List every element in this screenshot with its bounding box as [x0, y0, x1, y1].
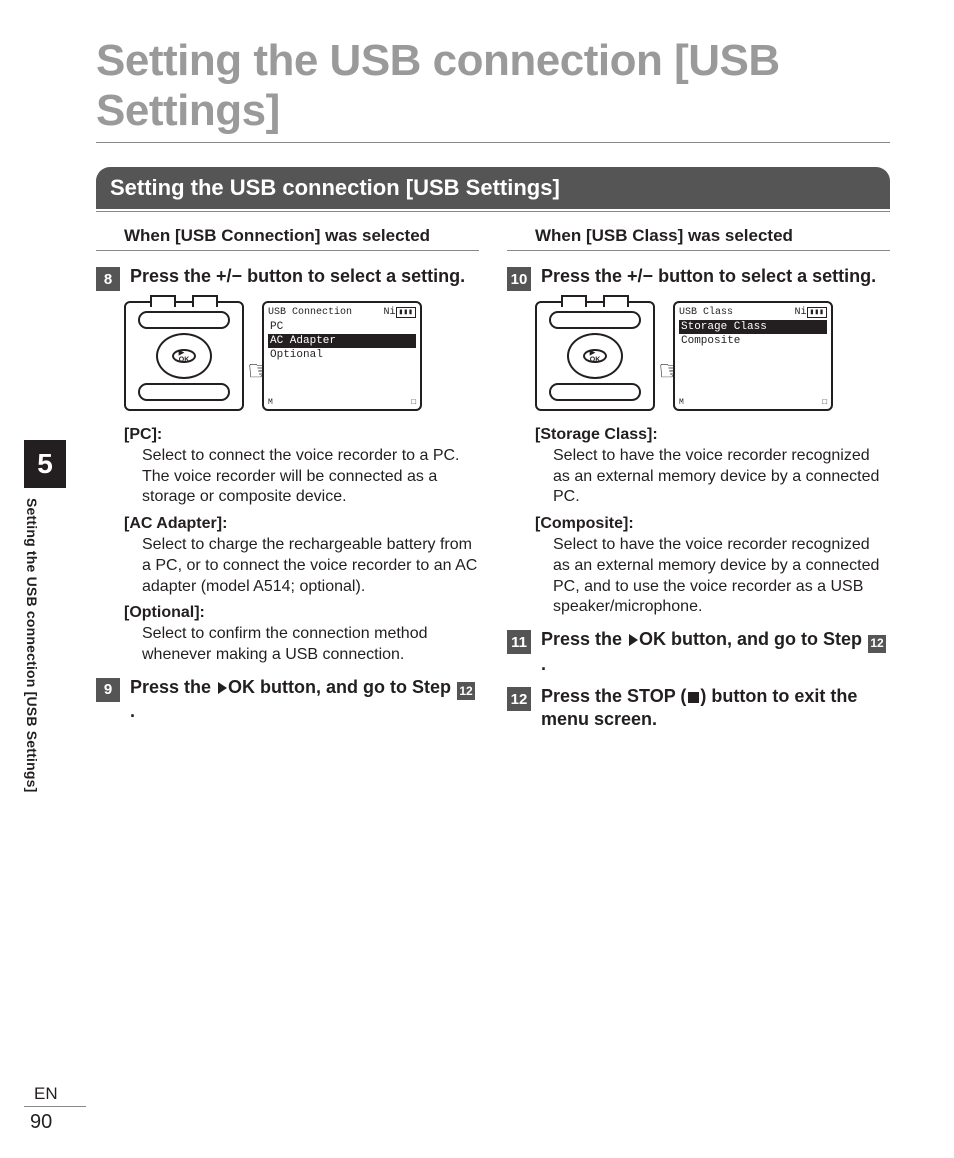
when-prefix: When [: [124, 226, 181, 245]
screen-footer-right: □: [822, 398, 827, 407]
def-desc-pc: Select to connect the voice recorder to …: [142, 446, 479, 508]
step-text: button, and go to Step: [666, 629, 867, 649]
step-text: Press the: [541, 629, 627, 649]
step-10: 10 Press the +/− button to select a sett…: [507, 265, 890, 291]
step-button-label: +/−: [216, 266, 242, 286]
step-button-label: +/−: [627, 266, 653, 286]
ok-label: OK: [639, 629, 666, 649]
step-text: Press the: [541, 686, 627, 706]
def-term-composite: [Composite]:: [535, 514, 890, 535]
def-desc-ac-adapter: Select to charge the rechargeable batter…: [142, 535, 479, 597]
when-underline-right: [507, 250, 890, 251]
step-text: Press the: [541, 266, 627, 286]
def-desc-storage-class: Select to have the voice recorder recogn…: [553, 446, 890, 508]
lcd-screen-usb-connection: USB Connection Ni▮▮▮ PC AC Adapter Optio…: [262, 301, 422, 411]
step-instruction: Press the OK button, and go to Step 12.: [130, 676, 479, 723]
when-header-right: When [USB Class] was selected: [535, 226, 890, 246]
screen-item-storage-class: Storage Class: [679, 320, 827, 334]
step-ref-icon: 12: [868, 635, 886, 653]
when-suffix: ] was selected: [315, 226, 430, 245]
figure-row-right: ▶OK ☜ USB Class Ni▮▮▮ Storage Class Comp…: [535, 301, 890, 411]
def-term-ac-adapter: [AC Adapter]:: [124, 514, 479, 535]
when-strong: USB Connection: [181, 226, 315, 245]
step-text: (: [675, 686, 686, 706]
screen-item-optional: Optional: [268, 348, 416, 362]
step-number: 10: [507, 267, 531, 291]
page-number: 90: [24, 1111, 86, 1134]
when-prefix: When [: [535, 226, 592, 245]
when-underline-left: [96, 250, 479, 251]
right-column: When [USB Class] was selected 10 Press t…: [507, 226, 890, 740]
step-text: Press the: [130, 266, 216, 286]
def-desc-optional: Select to confirm the connection method …: [142, 624, 479, 666]
screen-item-pc: PC: [268, 320, 416, 334]
device-illustration: ▶OK ☜: [124, 301, 244, 411]
definitions-left: [PC]: Select to connect the voice record…: [124, 425, 479, 666]
step-11: 11 Press the OK button, and go to Step 1…: [507, 628, 890, 675]
def-term-pc: [PC]:: [124, 425, 479, 446]
step-ref-icon: 12: [457, 682, 475, 700]
def-term-optional: [Optional]:: [124, 603, 479, 624]
screen-title: USB Connection: [268, 307, 352, 318]
figure-row-left: ▶OK ☜ USB Connection Ni▮▮▮ PC AC Adapter…: [124, 301, 479, 411]
dpad-icon: ▶OK: [156, 333, 212, 379]
step-text: button to select a setting.: [653, 266, 876, 286]
definitions-right: [Storage Class]: Select to have the voic…: [535, 425, 890, 618]
stop-label: STOP: [627, 686, 675, 706]
step-number: 11: [507, 630, 531, 654]
side-title: Setting the USB connection [USB Settings…: [24, 498, 40, 878]
battery-status: Ni▮▮▮: [384, 307, 416, 318]
def-term-storage-class: [Storage Class]:: [535, 425, 890, 446]
step-9: 9 Press the OK button, and go to Step 12…: [96, 676, 479, 723]
screen-footer-left: M: [268, 398, 273, 407]
step-text: button, and go to Step: [255, 677, 456, 697]
page-title: Setting the USB connection [USB Settings…: [96, 36, 890, 136]
title-rule: [96, 142, 890, 143]
step-text: Press the: [130, 677, 216, 697]
section-header: Setting the USB connection [USB Settings…: [96, 167, 890, 209]
step-number: 8: [96, 267, 120, 291]
screen-footer-right: □: [411, 398, 416, 407]
step-8: 8 Press the +/− button to select a setti…: [96, 265, 479, 291]
step-instruction: Press the +/− button to select a setting…: [541, 265, 876, 288]
screen-item-composite: Composite: [679, 334, 827, 348]
chapter-number: 5: [24, 440, 66, 488]
step-text: button to select a setting.: [242, 266, 465, 286]
screen-item-ac-adapter: AC Adapter: [268, 334, 416, 348]
step-instruction: Press the OK button, and go to Step 12.: [541, 628, 890, 675]
ok-label: OK: [228, 677, 255, 697]
section-underline: [96, 211, 890, 212]
screen-title: USB Class: [679, 307, 733, 318]
when-header-left: When [USB Connection] was selected: [124, 226, 479, 246]
play-icon: [218, 682, 227, 694]
language-code: EN: [24, 1084, 86, 1104]
device-illustration: ▶OK ☜: [535, 301, 655, 411]
when-suffix: ] was selected: [678, 226, 793, 245]
step-12: 12 Press the STOP () button to exit the …: [507, 685, 890, 730]
play-icon: [629, 634, 638, 646]
manual-page: 5 Setting the USB connection [USB Settin…: [0, 0, 954, 1158]
screen-list: Storage Class Composite: [679, 320, 827, 348]
def-desc-composite: Select to have the voice recorder recogn…: [553, 535, 890, 618]
page-footer: EN 90: [24, 1084, 86, 1134]
step-instruction: Press the +/− button to select a setting…: [130, 265, 465, 288]
screen-footer-left: M: [679, 398, 684, 407]
step-number: 12: [507, 687, 531, 711]
left-column: When [USB Connection] was selected 8 Pre…: [96, 226, 479, 740]
dpad-icon: ▶OK: [567, 333, 623, 379]
stop-icon: [688, 692, 699, 703]
battery-status: Ni▮▮▮: [795, 307, 827, 318]
screen-list: PC AC Adapter Optional: [268, 320, 416, 362]
step-text: .: [130, 701, 135, 721]
step-instruction: Press the STOP () button to exit the men…: [541, 685, 890, 730]
when-strong: USB Class: [592, 226, 678, 245]
side-tab: 5 Setting the USB connection [USB Settin…: [24, 440, 66, 878]
footer-rule: [24, 1106, 86, 1107]
lcd-screen-usb-class: USB Class Ni▮▮▮ Storage Class Composite …: [673, 301, 833, 411]
step-text: .: [541, 654, 546, 674]
content-columns: When [USB Connection] was selected 8 Pre…: [96, 226, 890, 740]
step-number: 9: [96, 678, 120, 702]
